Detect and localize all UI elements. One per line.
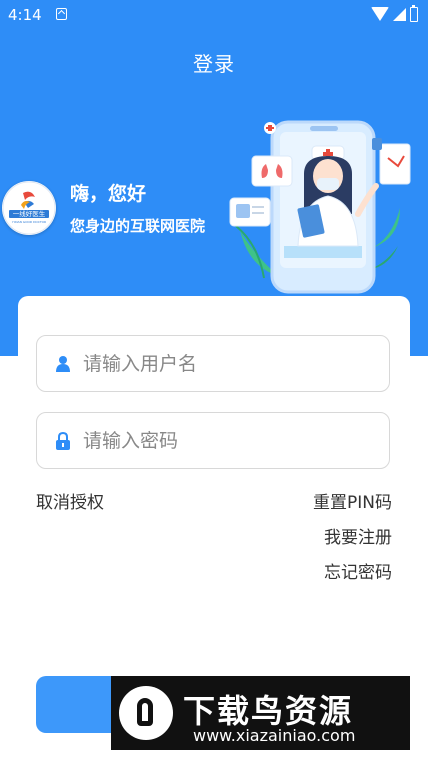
wifi-icon bbox=[371, 7, 389, 21]
greeting-text: 嗨，您好 bbox=[70, 183, 147, 205]
hospital-logo: 一线好医生 YIXIAN GOOD DOCTOR bbox=[2, 181, 56, 235]
logo-text: 一线好医生 bbox=[13, 209, 46, 218]
lock-icon bbox=[56, 431, 70, 450]
username-input[interactable] bbox=[81, 342, 389, 385]
page-title: 登录 bbox=[193, 52, 235, 76]
status-time: 4:14 bbox=[8, 6, 42, 24]
logo-subtext: YIXIAN GOOD DOCTOR bbox=[12, 220, 46, 224]
watermark-url: www.xiazainiao.com bbox=[193, 726, 356, 745]
forgot-password-link[interactable]: 忘记密码 bbox=[324, 558, 392, 583]
reset-pin-link[interactable]: 重置PIN码 bbox=[313, 488, 392, 513]
register-link[interactable]: 我要注册 bbox=[324, 523, 392, 548]
watermark-banner: 下载鸟资源 www.xiazainiao.com bbox=[111, 676, 410, 750]
status-bar: 4:14 bbox=[0, 0, 428, 30]
username-field[interactable] bbox=[36, 335, 390, 392]
bird-icon bbox=[119, 686, 173, 740]
password-input[interactable] bbox=[81, 419, 389, 462]
user-icon bbox=[56, 355, 70, 372]
signal-icon bbox=[393, 7, 406, 21]
notification-icon bbox=[56, 8, 67, 20]
cancel-auth-link[interactable]: 取消授权 bbox=[36, 488, 104, 513]
battery-icon bbox=[410, 4, 418, 22]
doctor-illustration bbox=[229, 120, 411, 294]
logo-icon: 一线好医生 YIXIAN GOOD DOCTOR bbox=[2, 181, 56, 235]
password-field[interactable] bbox=[36, 412, 390, 469]
status-icons bbox=[371, 4, 418, 22]
tagline-text: 您身边的互联网医院 bbox=[70, 217, 206, 235]
